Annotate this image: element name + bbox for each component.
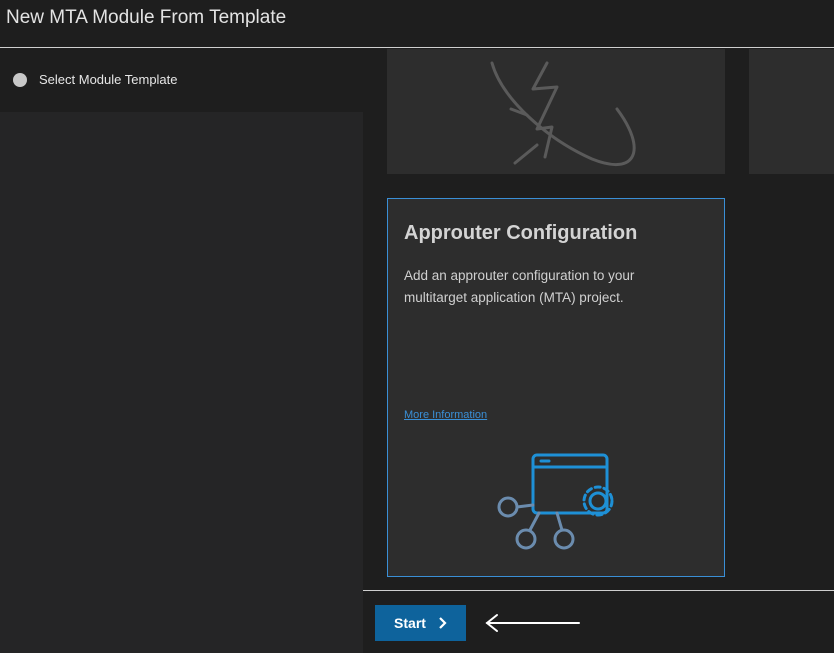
page-title: New MTA Module From Template — [6, 7, 287, 28]
arrow-left-icon — [485, 614, 580, 632]
header: New MTA Module From Template — [0, 0, 834, 48]
steps-panel: Select Module Template — [0, 49, 363, 653]
footer: Start — [363, 590, 834, 653]
card-title: Approuter Configuration — [404, 222, 638, 244]
start-button[interactable]: Start — [375, 605, 466, 641]
template-gallery: Approuter Configuration Add an approuter… — [363, 49, 834, 590]
template-card-previous[interactable] — [387, 49, 725, 174]
more-information-link[interactable]: More Information — [404, 409, 487, 421]
chevron-right-icon — [438, 617, 447, 629]
step-indicator-icon — [13, 72, 27, 87]
start-button-label: Start — [394, 615, 426, 631]
lightning-orbit-icon — [490, 61, 636, 166]
template-card-next[interactable] — [749, 49, 834, 174]
step-label: Select Module Template — [39, 72, 178, 87]
template-card-approuter[interactable]: Approuter Configuration Add an approuter… — [387, 198, 725, 577]
app-gear-network-icon — [497, 453, 614, 550]
card-description: Add an approuter configuration to your m… — [404, 268, 635, 305]
step-select-template[interactable]: Select Module Template — [13, 72, 178, 87]
